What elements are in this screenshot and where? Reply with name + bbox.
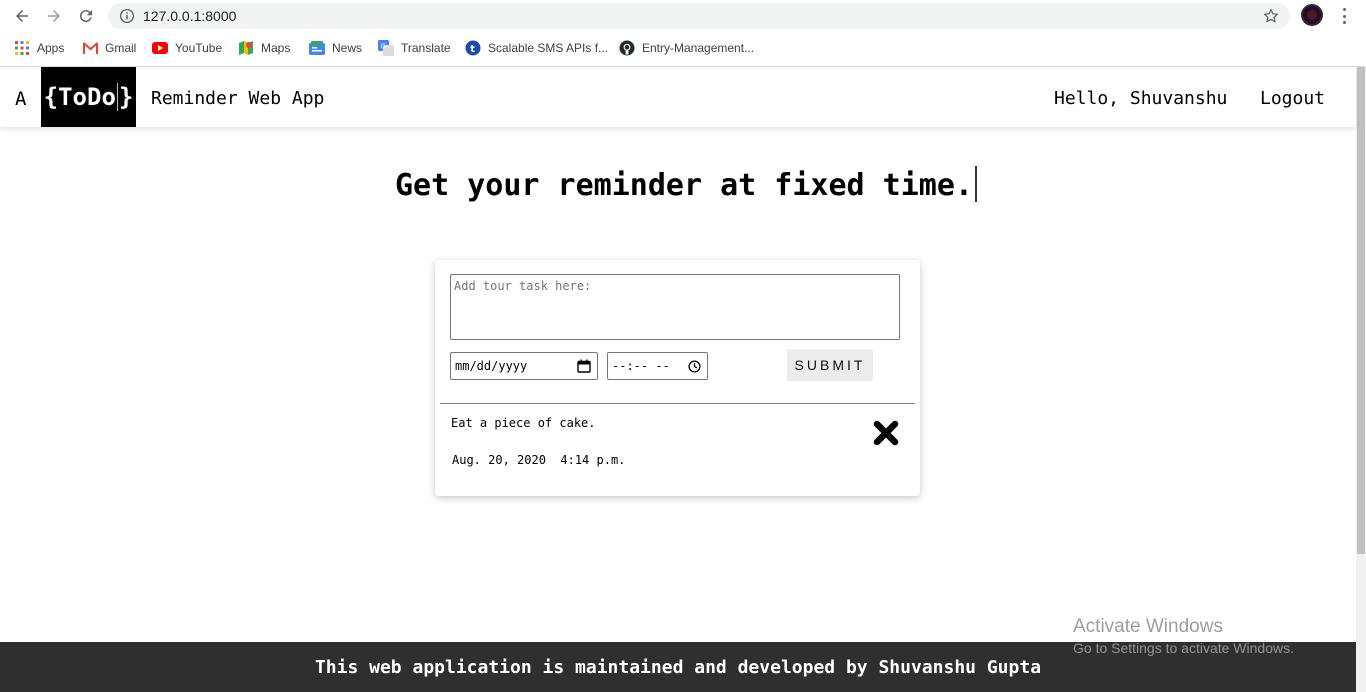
delete-task-icon[interactable] <box>872 419 900 447</box>
translate-icon: G <box>378 40 394 56</box>
task-input[interactable] <box>450 274 900 340</box>
activate-windows-title: Activate Windows <box>1073 616 1223 637</box>
headline-text: Get your reminder at fixed time. <box>395 168 973 203</box>
news-icon <box>309 40 325 56</box>
gmail-icon <box>82 40 98 56</box>
bookmark-sms-apis[interactable]: t Scalable SMS APIs f... <box>465 40 608 56</box>
date-input[interactable]: mm/dd/yyyy <box>450 352 598 380</box>
bookmark-translate[interactable]: G Translate <box>378 40 451 56</box>
bookmark-label: Scalable SMS APIs f... <box>488 41 609 55</box>
bookmark-gmail[interactable]: Gmail <box>82 40 136 56</box>
apps-grid-icon <box>14 40 30 56</box>
twilio-icon: t <box>465 40 481 56</box>
user-greeting: Hello, Shuvanshu <box>1054 88 1228 109</box>
bookmark-label: Apps <box>37 41 65 55</box>
brand-logo[interactable]: {ToDo} <box>41 67 136 127</box>
bookmark-label: YouTube <box>175 41 223 55</box>
text-caret <box>116 83 118 111</box>
task-datetime: Aug. 20, 2020 4:14 p.m. <box>452 453 625 467</box>
profile-avatar[interactable] <box>1301 4 1323 26</box>
github-icon <box>619 40 635 56</box>
bookmark-label: Entry-Management... <box>642 41 755 55</box>
brand-title: Reminder Web App <box>151 88 325 109</box>
svg-text:G: G <box>381 43 386 51</box>
clock-icon[interactable] <box>688 360 701 373</box>
task-date: Aug. 20, 2020 <box>452 453 546 467</box>
brand-logo-right: } <box>118 83 134 111</box>
page-scrollbar[interactable] <box>1356 67 1366 692</box>
bookmark-maps[interactable]: Maps <box>238 40 290 56</box>
back-button[interactable] <box>10 4 34 28</box>
youtube-icon <box>152 40 168 56</box>
calendar-icon[interactable] <box>577 359 591 373</box>
app-header: A {ToDo} Reminder Web App Hello, Shuvans… <box>0 67 1356 127</box>
time-input[interactable]: --:-- -- <box>607 352 708 380</box>
bookmark-label: Maps <box>261 41 291 55</box>
browser-menu-icon[interactable] <box>1336 6 1352 26</box>
reload-button[interactable] <box>74 4 98 28</box>
bookmark-entry-management[interactable]: Entry-Management... <box>619 40 754 56</box>
star-icon[interactable] <box>1262 7 1280 25</box>
logout-link[interactable]: Logout <box>1260 88 1325 109</box>
maps-icon <box>238 40 254 56</box>
forward-button[interactable] <box>42 4 66 28</box>
task-time: 4:14 p.m. <box>560 453 626 467</box>
bookmark-news[interactable]: News <box>309 40 362 56</box>
arrow-right-icon <box>48 10 60 22</box>
brand-logo-left: {ToDo <box>43 83 116 111</box>
bookmark-label: News <box>332 41 363 55</box>
activate-windows-subtitle: Go to Settings to activate Windows. <box>1073 640 1294 656</box>
typing-cursor <box>974 166 977 202</box>
time-input-value: --:-- -- <box>612 359 670 373</box>
bookmarks-bar: Apps Gmail YouTube Maps News G Translate… <box>0 36 1366 60</box>
task-card: mm/dd/yyyy --:-- -- SUBMIT Eat a piece o… <box>435 260 920 496</box>
page-headline: Get your reminder at fixed time. <box>395 166 977 203</box>
footer-text: This web application is maintained and d… <box>314 656 1042 678</box>
scrollbar-thumb[interactable] <box>1357 67 1365 554</box>
browser-chrome: 127.0.0.1:8000 Apps Gmail YouTube Maps N… <box>0 0 1366 67</box>
task-text: Eat a piece of cake. <box>451 416 596 430</box>
svg-text:t: t <box>470 44 475 55</box>
bookmark-label: Gmail <box>105 41 137 55</box>
bookmark-youtube[interactable]: YouTube <box>152 40 222 56</box>
arrow-left-icon <box>16 10 28 22</box>
address-bar[interactable]: 127.0.0.1:8000 <box>108 3 1290 29</box>
divider <box>440 403 915 404</box>
info-icon[interactable] <box>118 7 136 25</box>
bookmark-label: Translate <box>401 41 451 55</box>
bookmark-apps[interactable]: Apps <box>14 40 64 56</box>
date-input-value: mm/dd/yyyy <box>455 359 528 373</box>
url-text[interactable]: 127.0.0.1:8000 <box>143 8 236 24</box>
submit-button[interactable]: SUBMIT <box>787 349 873 381</box>
brand-prefix: A <box>15 88 27 110</box>
reload-icon <box>79 10 92 23</box>
